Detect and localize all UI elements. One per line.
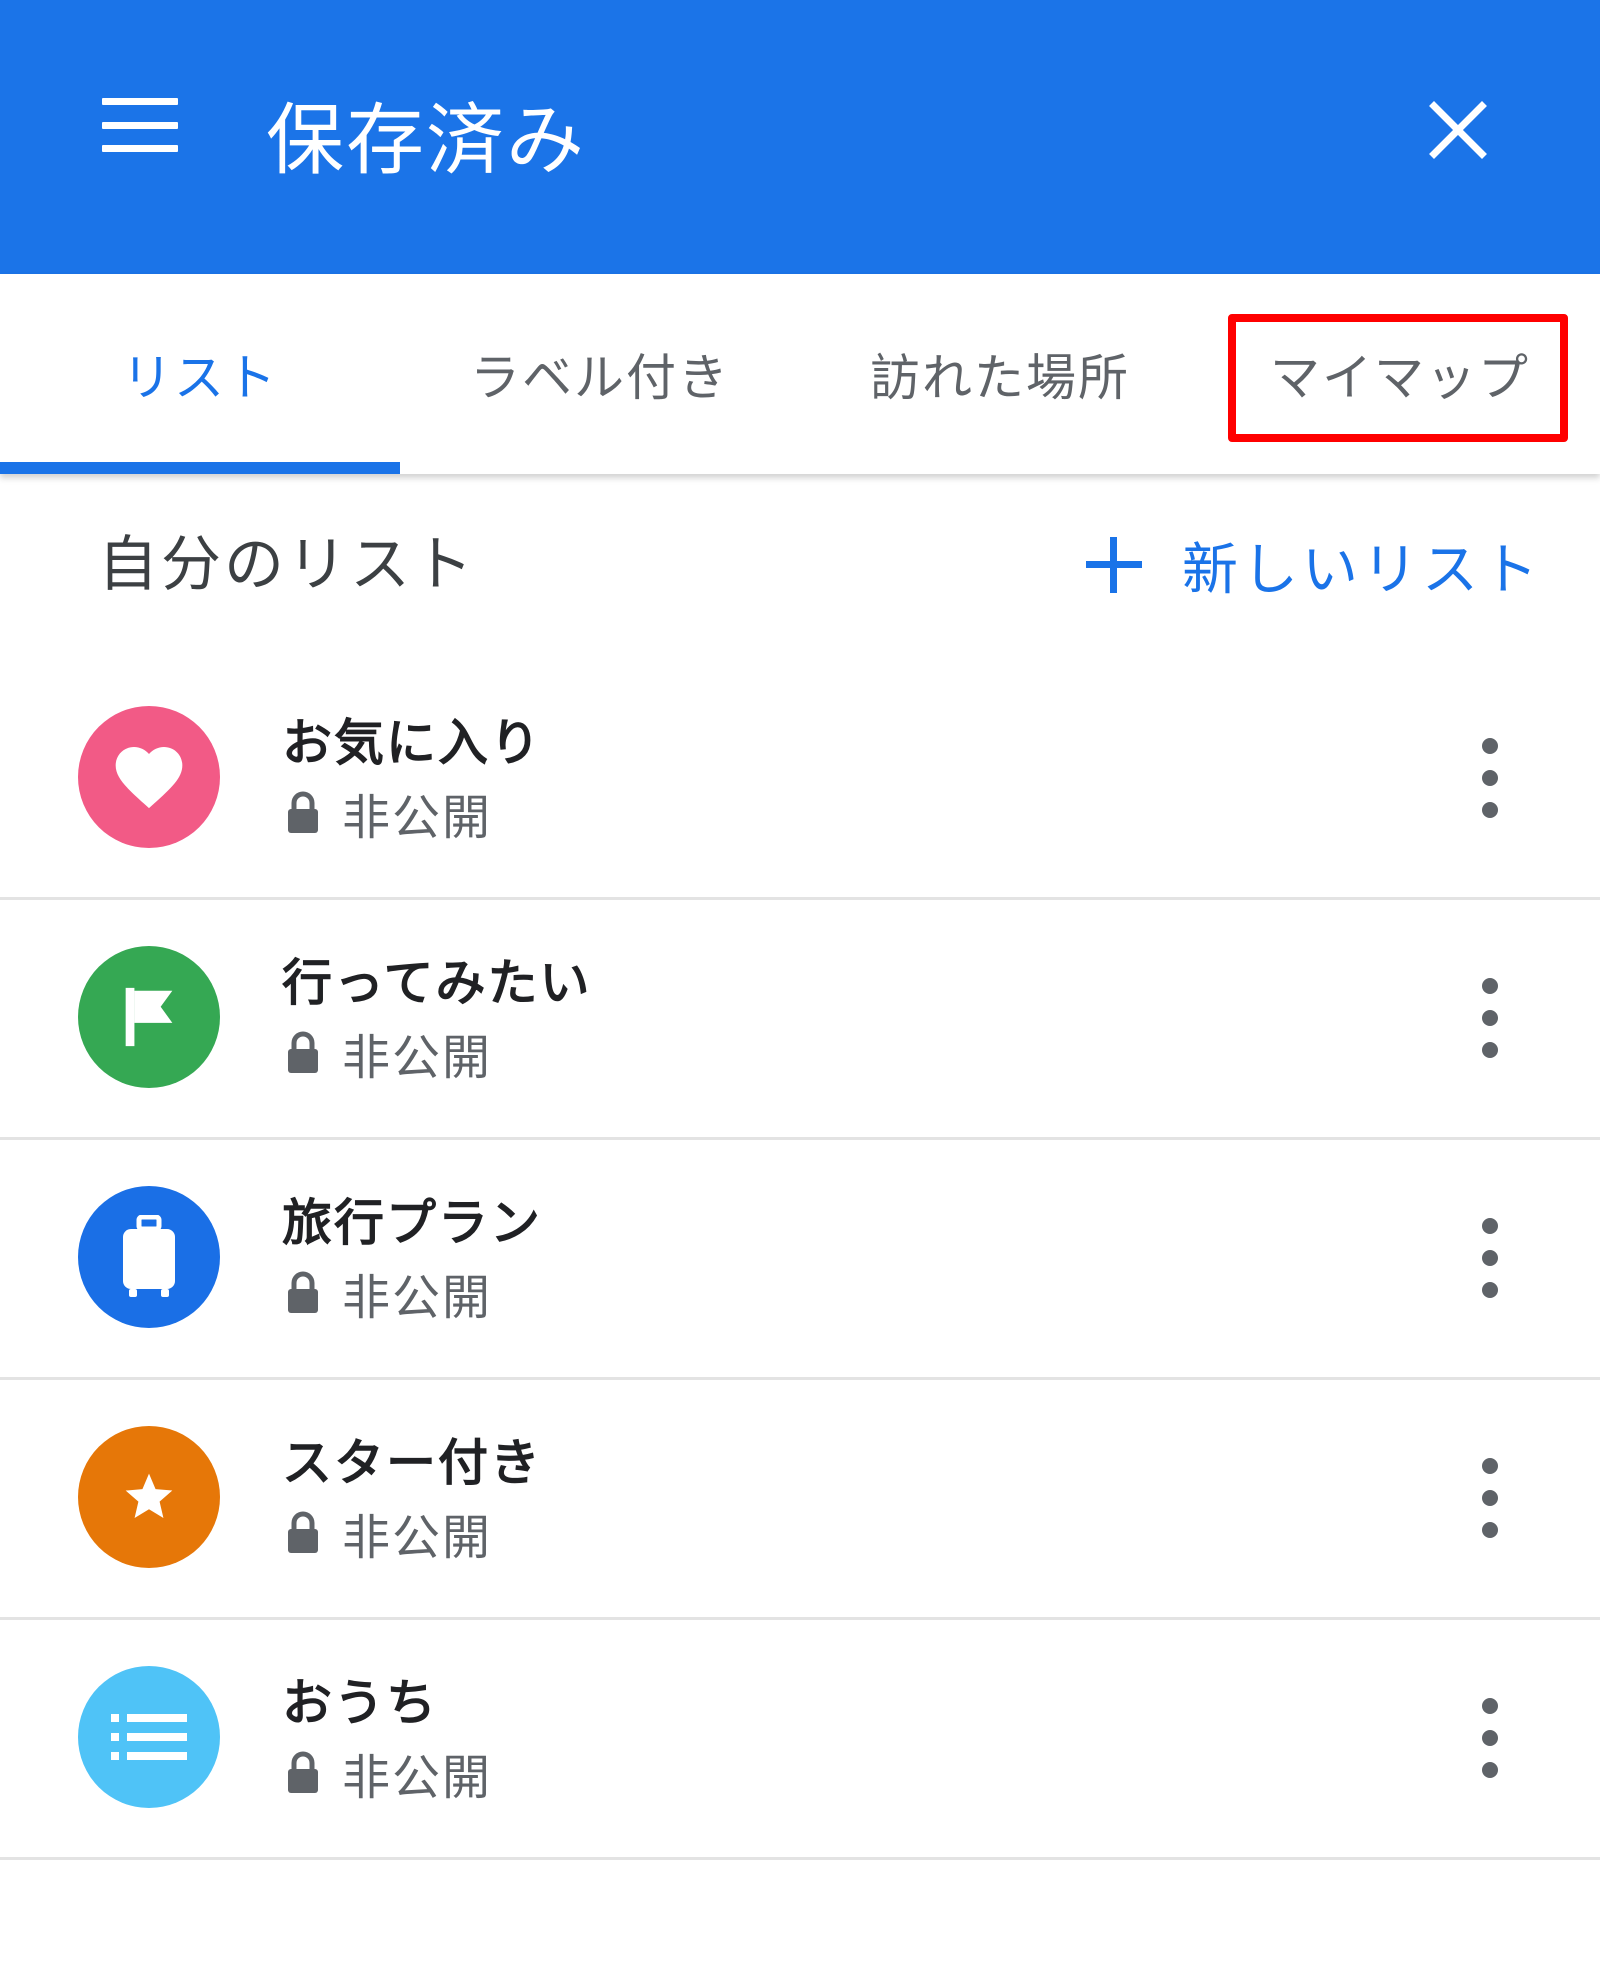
list-item[interactable]: お気に入り 非公開	[0, 660, 1600, 900]
new-list-label: 新しいリスト	[1182, 537, 1542, 603]
list-title: スター付き	[282, 1434, 542, 1492]
lock-icon	[288, 1031, 318, 1073]
tab-label: 訪れた場所	[870, 349, 1130, 407]
more-options-icon[interactable]	[1472, 1698, 1508, 1778]
tab-label: リスト	[122, 349, 278, 407]
tab-labeled[interactable]: ラベル付き	[400, 274, 800, 474]
list-title: お気に入り	[282, 714, 542, 772]
more-options-icon[interactable]	[1472, 1218, 1508, 1298]
flag-icon	[125, 987, 173, 1047]
page-title: 保存済み	[266, 96, 587, 186]
list-privacy: 非公開	[286, 1258, 492, 1328]
list-title: おうち	[282, 1674, 438, 1732]
tab-visited[interactable]: 訪れた場所	[800, 274, 1200, 474]
list-avatar	[78, 1186, 220, 1328]
menu-icon[interactable]	[102, 98, 178, 152]
list-item[interactable]: スター付き 非公開	[0, 1380, 1600, 1620]
lock-icon	[288, 1751, 318, 1793]
list-avatar	[78, 1666, 220, 1808]
list-avatar	[78, 706, 220, 848]
list-privacy: 非公開	[286, 1738, 492, 1808]
list-avatar	[78, 946, 220, 1088]
list-privacy: 非公開	[286, 1018, 492, 1088]
app-header: 保存済み	[0, 0, 1600, 274]
app-root: 保存済み リスト ラベル付き 訪れた場所 マイマップ 自分のリスト 新しいリスト	[0, 0, 1600, 1976]
list-privacy: 非公開	[286, 1498, 492, 1568]
privacy-label: 非公開	[342, 1270, 493, 1326]
tab-lists[interactable]: リスト	[0, 274, 400, 474]
highlight-box	[1228, 314, 1568, 442]
close-icon[interactable]	[1420, 92, 1496, 168]
heart-icon	[115, 747, 183, 809]
section-title: 自分のリスト	[98, 530, 476, 600]
list-item[interactable]: 行ってみたい 非公開	[0, 900, 1600, 1140]
plus-icon	[1086, 537, 1142, 593]
star-icon	[125, 1473, 173, 1518]
privacy-label: 非公開	[342, 1510, 493, 1566]
more-options-icon[interactable]	[1472, 1458, 1508, 1538]
more-options-icon[interactable]	[1472, 978, 1508, 1058]
list-avatar	[78, 1426, 220, 1568]
suitcase-icon	[123, 1215, 175, 1297]
lock-icon	[288, 791, 318, 833]
list-icon	[111, 1714, 187, 1760]
saved-lists: お気に入り 非公開 行ってみたい 非公開 旅行プラン 非公開 スター付き 非公開…	[0, 660, 1600, 1860]
list-title: 旅行プラン	[282, 1194, 542, 1252]
more-options-icon[interactable]	[1472, 738, 1508, 818]
lock-icon	[288, 1271, 318, 1313]
tab-label: ラベル付き	[470, 349, 730, 407]
privacy-label: 非公開	[342, 1750, 493, 1806]
active-tab-indicator	[0, 462, 400, 474]
privacy-label: 非公開	[342, 1030, 493, 1086]
list-item[interactable]: おうち 非公開	[0, 1620, 1600, 1860]
lock-icon	[288, 1511, 318, 1553]
list-privacy: 非公開	[286, 778, 492, 848]
privacy-label: 非公開	[342, 790, 493, 846]
list-item[interactable]: 旅行プラン 非公開	[0, 1140, 1600, 1380]
list-title: 行ってみたい	[282, 954, 592, 1012]
new-list-button[interactable]: 新しいリスト	[1086, 520, 1542, 610]
